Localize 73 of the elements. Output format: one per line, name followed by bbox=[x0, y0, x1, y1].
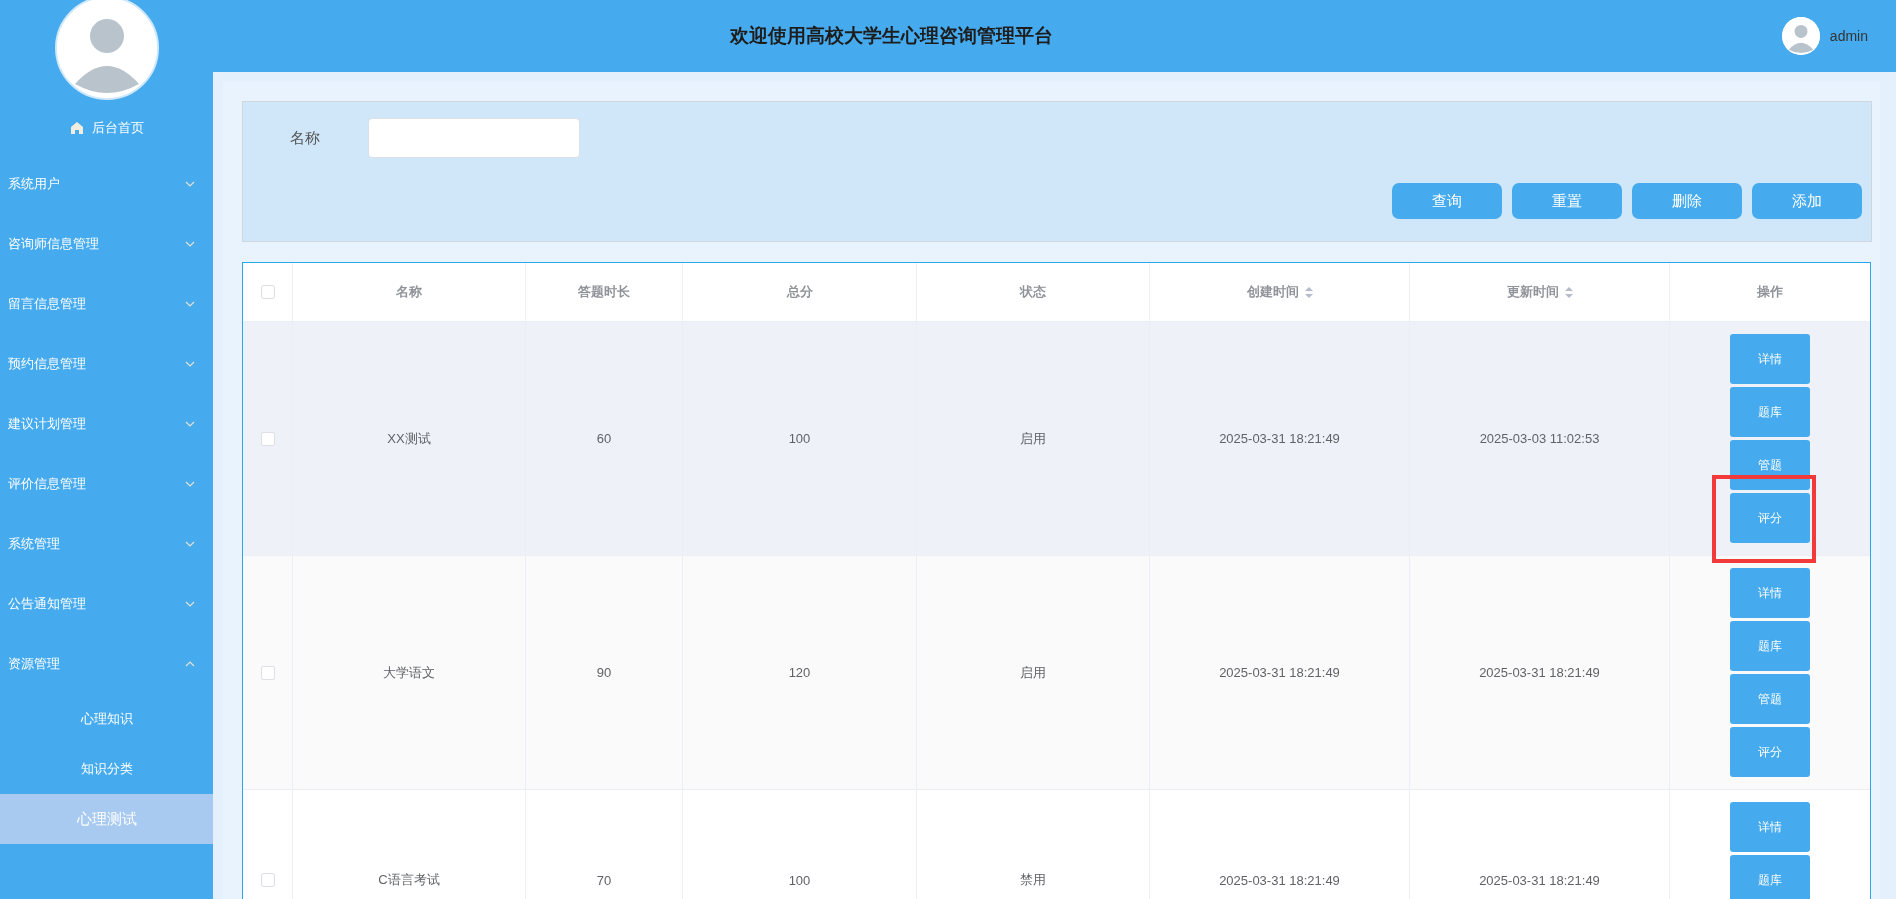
menu-label: 系统管理 bbox=[8, 535, 60, 553]
submenu-item[interactable]: 心理知识 bbox=[0, 694, 213, 744]
table-cell: 禁用 bbox=[1020, 871, 1046, 889]
column-header: 更新时间 bbox=[1506, 283, 1559, 301]
checkbox[interactable] bbox=[260, 665, 275, 680]
table-cell: 2025-03-31 18:21:49 bbox=[1219, 431, 1340, 446]
menu-item[interactable]: 评价信息管理 bbox=[0, 454, 213, 514]
checkbox[interactable] bbox=[260, 285, 275, 299]
action-button[interactable]: 查询 bbox=[1392, 183, 1502, 219]
menu-label: 建议计划管理 bbox=[8, 415, 86, 433]
field-label: 名称 bbox=[290, 128, 320, 148]
action-button[interactable]: 删除 bbox=[1632, 183, 1742, 219]
submenu-item[interactable]: 知识分类 bbox=[0, 744, 213, 794]
table-cell: 70 bbox=[596, 872, 612, 888]
column-header: 名称 bbox=[396, 283, 422, 301]
avatar-icon bbox=[1781, 17, 1820, 55]
search-field[interactable] bbox=[368, 118, 580, 158]
sort-icon bbox=[1564, 286, 1573, 298]
submenu-item[interactable]: 心理测试 bbox=[0, 794, 213, 844]
row-action-button[interactable]: 管题 bbox=[1730, 674, 1810, 724]
menu-item[interactable]: 公告通知管理 bbox=[0, 574, 213, 634]
table-cell: 2025-03-31 18:21:49 bbox=[1219, 665, 1340, 680]
table-cell: 100 bbox=[788, 872, 811, 888]
row-action-button[interactable]: 详情 bbox=[1730, 334, 1810, 384]
row-action-button[interactable]: 评分 bbox=[1730, 493, 1810, 543]
row-action-button[interactable]: 详情 bbox=[1730, 568, 1810, 618]
row-action-button[interactable]: 管题 bbox=[1730, 440, 1810, 490]
table-cell: 2025-03-03 11:02:53 bbox=[1479, 431, 1600, 446]
row-action-button[interactable]: 题库 bbox=[1730, 621, 1810, 671]
menu-item[interactable]: 预约信息管理 bbox=[0, 334, 213, 394]
table-cell: XX测试 bbox=[387, 429, 431, 448]
table-cell: 100 bbox=[788, 431, 811, 446]
menu-label: 预约信息管理 bbox=[8, 355, 86, 373]
table-cell: 2025-03-31 18:21:49 bbox=[1479, 872, 1600, 888]
column-header: 创建时间 bbox=[1246, 283, 1299, 301]
menu-item[interactable]: 资源管理 bbox=[0, 634, 213, 694]
menu-label: 资源管理 bbox=[8, 655, 60, 673]
menu-label: 咨询师信息管理 bbox=[8, 235, 99, 253]
menu-item[interactable]: 建议计划管理 bbox=[0, 394, 213, 454]
table-cell: C语言考试 bbox=[378, 871, 440, 889]
table-cell: 2025-03-31 18:21:49 bbox=[1479, 665, 1600, 680]
page-title: 欢迎使用高校大学生心理咨询管理平台 bbox=[730, 24, 1053, 48]
table-cell: 90 bbox=[596, 665, 612, 680]
menu-label: 评价信息管理 bbox=[8, 475, 86, 493]
menu-item[interactable]: 咨询师信息管理 bbox=[0, 214, 213, 274]
menu-label: 留言信息管理 bbox=[8, 295, 86, 313]
menu-item[interactable]: 系统用户 bbox=[0, 154, 213, 214]
table-cell: 启用 bbox=[1020, 429, 1046, 448]
row-action-button[interactable]: 评分 bbox=[1730, 727, 1810, 777]
action-button[interactable]: 添加 bbox=[1752, 183, 1862, 219]
home-icon bbox=[69, 121, 84, 135]
menu-item[interactable]: 系统管理 bbox=[0, 514, 213, 574]
checkbox[interactable] bbox=[260, 873, 275, 887]
column-header: 答题时长 bbox=[578, 283, 630, 301]
user-name[interactable]: admin bbox=[1829, 28, 1868, 44]
row-action-button[interactable]: 详情 bbox=[1730, 802, 1810, 852]
table-cell: 2025-03-31 18:21:49 bbox=[1219, 872, 1340, 888]
menu-label: 公告通知管理 bbox=[8, 595, 86, 613]
table-cell: 60 bbox=[596, 431, 612, 446]
row-action-button[interactable]: 题库 bbox=[1730, 855, 1810, 899]
sort-icon bbox=[1304, 286, 1313, 298]
table-cell: 启用 bbox=[1020, 663, 1046, 682]
column-header: 总分 bbox=[786, 283, 813, 301]
action-button[interactable]: 重置 bbox=[1512, 183, 1622, 219]
menu-label: 系统用户 bbox=[8, 175, 60, 193]
table-cell: 120 bbox=[788, 665, 811, 680]
table-cell: 大学语文 bbox=[383, 663, 435, 682]
column-header: 状态 bbox=[1020, 283, 1046, 301]
home-link[interactable]: 后台首页 bbox=[91, 119, 144, 137]
menu-item[interactable]: 留言信息管理 bbox=[0, 274, 213, 334]
row-action-button[interactable]: 题库 bbox=[1730, 387, 1810, 437]
column-header: 操作 bbox=[1757, 283, 1783, 301]
checkbox[interactable] bbox=[260, 431, 275, 446]
